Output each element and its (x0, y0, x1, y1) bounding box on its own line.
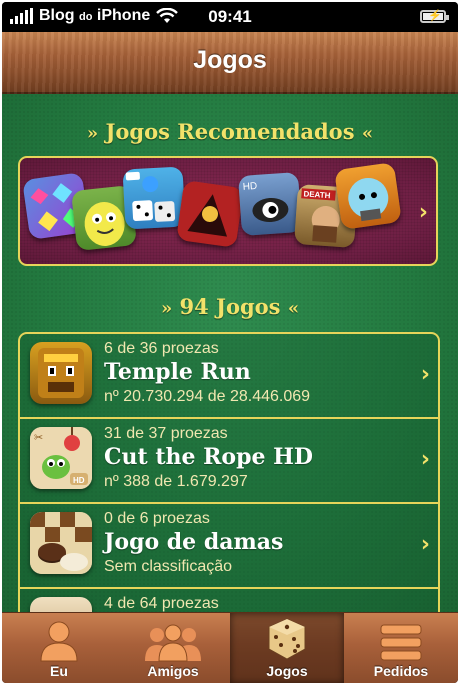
svg-text:HD: HD (73, 476, 85, 485)
game-name: Temple Run (104, 359, 251, 385)
games-felt-area[interactable]: » Jogos Recomendados « HD DEATH › » 94 J… (2, 94, 458, 612)
eye-monster-icon[interactable]: HD (237, 171, 303, 237)
tab-amigos[interactable]: Amigos (116, 613, 230, 683)
game-name: Cut the Rope HD (104, 444, 313, 470)
cut-the-rope-icon: ✂ HD (30, 427, 92, 489)
battery-icon: ⚡ (420, 10, 449, 23)
chevron-right-icon: › (420, 362, 430, 387)
svg-text:HD: HD (242, 181, 257, 193)
games-list: 6 de 36 proezas Temple Run nº 20.730.294… (18, 332, 440, 612)
tab-eu[interactable]: Eu (2, 613, 116, 683)
recommended-header: » Jogos Recomendados « (2, 119, 458, 144)
requests-icon (380, 624, 422, 661)
dice-icon (268, 618, 306, 660)
double-chevron-right-icon: » (160, 298, 173, 319)
tab-label: Pedidos (373, 663, 429, 679)
game-name: Jogo de damas (104, 529, 284, 555)
achievement-count: 4 de 64 proezas (104, 595, 219, 612)
device-frame: Blog do iPhone 09:41 ⚡ Jogos » Jogos Rec… (2, 2, 458, 683)
samurai-icon[interactable] (176, 180, 244, 248)
chevron-right-icon[interactable]: › (419, 200, 428, 225)
tab-pedidos[interactable]: Pedidos (344, 613, 458, 683)
achievement-count: 31 de 37 proezas (104, 425, 228, 442)
game-row-partial[interactable]: 4 de 64 proezas (18, 587, 440, 612)
game-row-jogo-de-damas[interactable]: 0 de 6 proezas Jogo de damas Sem classif… (18, 502, 440, 587)
tab-label: Jogos (266, 663, 308, 679)
recommended-title: Jogos Recomendados (105, 119, 355, 144)
double-chevron-right-icon: » (86, 123, 99, 144)
dice-icon[interactable] (122, 166, 186, 230)
checkers-icon (30, 512, 92, 574)
page-title: Jogos (193, 46, 267, 74)
tab-bar: Eu Amigos Jogos Pedidos (2, 612, 458, 683)
robot-icon[interactable] (334, 162, 402, 230)
game-row-cut-the-rope-hd[interactable]: ✂ HD 31 de 37 proezas Cut the Rope HD nº … (18, 417, 440, 502)
game-rank: Sem classificação (104, 558, 233, 575)
chevron-right-icon: › (420, 532, 430, 557)
tab-jogos[interactable]: Jogos (230, 613, 344, 683)
double-chevron-left-icon: « (361, 123, 374, 144)
clock: 09:41 (208, 7, 252, 26)
games-count-title: 94 Jogos (179, 294, 281, 319)
svg-text:DEATH: DEATH (303, 189, 331, 200)
double-chevron-left-icon: « (287, 298, 300, 319)
tab-label: Amigos (147, 663, 199, 679)
chevron-right-icon: › (420, 447, 430, 472)
games-count-header: » 94 Jogos « (2, 294, 458, 319)
navigation-bar: Jogos (2, 32, 458, 94)
recommended-games-banner[interactable]: HD DEATH › (18, 156, 438, 266)
game-row-temple-run[interactable]: 6 de 36 proezas Temple Run nº 20.730.294… (18, 332, 440, 417)
achievement-count: 6 de 36 proezas (104, 340, 219, 357)
temple-run-icon (30, 342, 92, 404)
achievement-count: 0 de 6 proezas (104, 510, 210, 527)
status-bar: Blog do iPhone 09:41 ⚡ (2, 2, 458, 32)
game-icon (30, 597, 92, 612)
game-rank: nº 388 de 1.679.297 (104, 473, 248, 490)
person-icon (40, 621, 78, 662)
friends-icon (145, 624, 201, 662)
tab-label: Eu (50, 663, 68, 679)
svg-text:✂: ✂ (34, 431, 43, 444)
game-rank: nº 20.730.294 de 28.446.069 (104, 388, 311, 405)
